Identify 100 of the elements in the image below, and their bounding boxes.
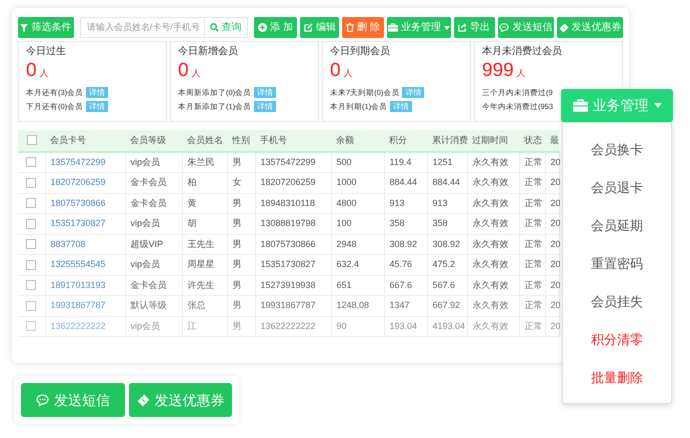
table-cell: vip会员 <box>125 214 182 234</box>
table-cell: 王先生 <box>182 234 227 254</box>
table-cell: 黄 <box>182 193 227 214</box>
table-cell: 20 <box>545 193 559 214</box>
table-cell: 女 <box>227 172 255 193</box>
column-header: 会员卡号 <box>45 130 125 152</box>
select-all-checkbox[interactable] <box>26 135 36 146</box>
details-link[interactable]: 详情 <box>402 87 424 98</box>
details-link[interactable]: 详情 <box>86 87 108 98</box>
table-cell: 651 <box>331 275 384 296</box>
send-sms-button[interactable]: 发送短信 <box>21 383 125 417</box>
table-cell: 正常 <box>519 172 545 193</box>
table-cell: 永久有效 <box>467 234 519 254</box>
column-header: 累计消费 <box>427 130 467 152</box>
send-coupon-button[interactable]: 发送优惠券 <box>129 383 232 417</box>
card-number-link[interactable]: 13575472299 <box>45 152 125 172</box>
count-value: 0 <box>178 60 189 82</box>
row-checkbox[interactable] <box>26 218 36 229</box>
table-cell: 20 <box>545 254 559 275</box>
table-cell: 永久有效 <box>467 316 519 336</box>
menu-item[interactable]: 会员换卡 <box>591 140 643 159</box>
filter-button[interactable]: 筛选条件 <box>18 17 74 38</box>
card-title: 本月未消费过会员 <box>482 46 563 58</box>
table-cell: 1347 <box>384 296 427 316</box>
menu-item[interactable]: 会员退卡 <box>591 178 643 197</box>
table-cell: 20 <box>545 214 559 234</box>
card-number-link[interactable]: 18917013193 <box>45 275 125 296</box>
menu-item[interactable]: 重置密码 <box>591 254 643 273</box>
card-number-link[interactable]: 18207206259 <box>45 172 125 193</box>
table-cell: 朱兰民 <box>182 152 227 172</box>
row-checkbox[interactable] <box>26 280 36 290</box>
card-number-link[interactable]: 13622222222 <box>45 316 125 336</box>
table-cell: 永久有效 <box>467 296 519 316</box>
card-number-link[interactable]: 18075730866 <box>45 193 125 214</box>
table-cell: 超级VIP <box>125 234 182 254</box>
export-button[interactable]: 导出 <box>454 17 495 38</box>
menu-item[interactable]: 会员延期 <box>591 216 643 235</box>
row-checkbox[interactable] <box>26 198 36 208</box>
chat-bubble-icon <box>499 23 510 32</box>
table-cell: vip会员 <box>125 254 182 275</box>
delete-button[interactable]: 删 除 <box>342 17 384 38</box>
table-cell: 18948310118 <box>255 193 331 214</box>
column-header: 会员等级 <box>125 130 182 152</box>
chat-bubble-icon <box>36 394 49 406</box>
table-cell: 358 <box>384 214 427 234</box>
count-value: 0 <box>26 60 37 82</box>
table-cell: 884.44 <box>384 172 427 193</box>
table-cell: 1251 <box>427 152 467 172</box>
table-cell: 永久有效 <box>467 172 519 193</box>
table-cell: 15273919938 <box>255 275 331 296</box>
table-cell: 667.6 <box>384 275 427 296</box>
card-number-link[interactable]: 8837708 <box>45 234 125 254</box>
table-cell: 永久有效 <box>467 214 519 234</box>
card-number-link[interactable]: 15351730827 <box>45 214 125 234</box>
unit-label: 人 <box>344 67 353 80</box>
row-checkbox[interactable] <box>26 260 36 270</box>
row-checkbox[interactable] <box>26 239 36 250</box>
unit-label: 人 <box>192 67 201 80</box>
details-link[interactable]: 详情 <box>254 101 276 112</box>
table-cell: vip会员 <box>125 152 182 172</box>
table-cell: 913 <box>384 193 427 214</box>
menu-item[interactable]: 积分清零 <box>591 330 643 349</box>
column-header: 性别 <box>227 130 255 152</box>
search-button[interactable]: 查询 <box>204 17 248 38</box>
card-number-link[interactable]: 13255554545 <box>45 254 125 275</box>
details-link[interactable]: 详情 <box>390 101 412 112</box>
details-link[interactable]: 详情 <box>254 87 276 98</box>
row-checkbox[interactable] <box>26 300 36 311</box>
add-button[interactable]: 添 加 <box>254 17 298 38</box>
send-coupon-button[interactable]: 发送优惠券 <box>557 17 623 38</box>
column-header: 过期时间 <box>467 130 519 152</box>
card-title: 今日过生 <box>26 46 67 58</box>
table-cell: 13575472299 <box>255 152 331 172</box>
row-checkbox[interactable] <box>26 178 36 188</box>
row-checkbox[interactable] <box>26 157 36 168</box>
briefcase-icon <box>572 99 588 112</box>
menu-item[interactable]: 会员挂失 <box>591 292 643 311</box>
send-sms-button[interactable]: 发送短信 <box>498 17 554 38</box>
column-header: 状态 <box>519 130 545 152</box>
table-cell: 4193.04 <box>427 316 467 336</box>
details-link[interactable]: 详情 <box>86 101 108 112</box>
ticket-icon <box>136 394 150 406</box>
row-checkbox[interactable] <box>26 321 36 332</box>
table-cell: 正常 <box>519 275 545 296</box>
trash-icon <box>346 23 354 32</box>
edit-button[interactable]: 编辑 <box>300 17 340 38</box>
column-header: 会员姓名 <box>182 130 227 152</box>
business-menu-button[interactable]: 业务管理 <box>561 89 673 122</box>
business-menu-button[interactable]: 业务管理 <box>387 17 451 38</box>
table-cell: 308.92 <box>384 234 427 254</box>
table-cell: 884.44 <box>427 172 467 193</box>
table-cell: 正常 <box>519 193 545 214</box>
table-cell: 100 <box>331 214 384 234</box>
unit-label: 人 <box>40 67 49 80</box>
card-number-link[interactable]: 19931867787 <box>45 296 125 316</box>
table-cell: 男 <box>227 193 255 214</box>
plus-circle-icon <box>258 23 268 32</box>
menu-item[interactable]: 批量删除 <box>591 368 643 387</box>
search-field[interactable]: 请输入会员姓名/卡号/手机号 <box>80 17 205 38</box>
table-cell: 默认等级 <box>125 296 182 316</box>
